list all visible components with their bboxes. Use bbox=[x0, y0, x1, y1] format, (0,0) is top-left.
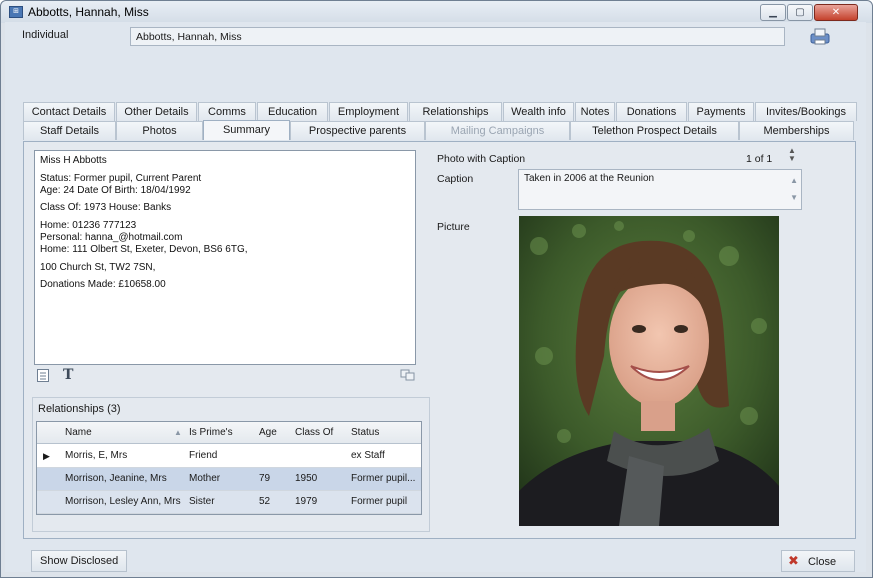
table-cell: Mother bbox=[189, 473, 221, 484]
tab-relationships[interactable]: Relationships bbox=[409, 102, 502, 121]
tab-summary[interactable]: Summary bbox=[203, 120, 290, 140]
font-icon[interactable]: T bbox=[63, 367, 73, 383]
tab-wealth-info[interactable]: Wealth info bbox=[503, 102, 574, 121]
table-row[interactable]: ▶ Morris, E, Mrs Friend ex Staff bbox=[37, 445, 421, 468]
relationships-label: Relationships (3) bbox=[38, 403, 121, 415]
table-cell: Former pupil bbox=[351, 496, 408, 507]
summary-line: 100 Church St, TW2 7SN, bbox=[40, 261, 156, 273]
individual-field[interactable]: Abbotts, Hannah, Miss bbox=[130, 27, 785, 46]
title-bar: ⊞ Abbotts, Hannah, Miss ▁ ▢ ✕ bbox=[1, 1, 872, 23]
tab-other-details[interactable]: Other Details bbox=[116, 102, 197, 121]
tab-photos[interactable]: Photos bbox=[116, 121, 203, 140]
photo-spinner[interactable]: ▲ ▼ bbox=[788, 147, 796, 163]
photo-caption-label: Photo with Caption bbox=[437, 153, 526, 165]
minimize-button[interactable]: ▁ bbox=[760, 4, 786, 21]
printer-icon[interactable] bbox=[808, 26, 832, 46]
close-button[interactable]: ✖ Close bbox=[781, 550, 855, 572]
tab-payments[interactable]: Payments bbox=[688, 102, 754, 121]
caption-value: Taken in 2006 at the Reunion bbox=[524, 173, 655, 184]
close-label: Close bbox=[807, 556, 837, 568]
tab-notes[interactable]: Notes bbox=[575, 102, 615, 121]
summary-text-box[interactable]: Miss H Abbotts Status: Former pupil, Curr… bbox=[34, 150, 416, 365]
window-title: Abbotts, Hannah, Miss bbox=[28, 5, 149, 19]
contact-card-icon: ⊞ bbox=[9, 6, 23, 18]
table-cell: 1950 bbox=[295, 473, 318, 484]
column-header-name[interactable]: Name bbox=[65, 422, 185, 444]
column-header-class-of[interactable]: Class Of bbox=[295, 422, 347, 444]
column-header-is-prime-s[interactable]: Is Prime's bbox=[189, 422, 255, 444]
sort-asc-icon: ▲ bbox=[174, 428, 182, 437]
show-disclosed-button[interactable]: Show Disclosed bbox=[31, 550, 128, 572]
table-row[interactable]: Morrison, Lesley Ann, Mrs Sister 52 1979 For… bbox=[37, 491, 421, 514]
column-header-age[interactable]: Age bbox=[259, 422, 291, 444]
table-cell: 1979 bbox=[295, 496, 318, 507]
table-row[interactable]: Morrison, Jeanine, Mrs Mother 79 1950 Former… bbox=[37, 468, 421, 491]
table-cell: 52 bbox=[259, 496, 271, 507]
relationships-grid[interactable]: Name Is Prime's Age Class Of Status ▲ ▶ Morris,… bbox=[36, 421, 422, 515]
tab-telethon-prospect-details[interactable]: Telethon Prospect Details bbox=[570, 121, 739, 140]
table-cell: Morris, E, Mrs bbox=[65, 450, 128, 461]
table-cell: Morrison, Lesley Ann, Mrs bbox=[65, 496, 181, 507]
tab-staff-details[interactable]: Staff Details bbox=[23, 121, 116, 140]
tab-donations[interactable]: Donations bbox=[616, 102, 687, 121]
table-cell: ex Staff bbox=[351, 450, 385, 461]
table-cell: Sister bbox=[189, 496, 215, 507]
tab-education[interactable]: Education bbox=[257, 102, 328, 121]
summary-line: Home: 01236 777123 bbox=[40, 220, 137, 232]
tab-prospective-parents[interactable]: Prospective parents bbox=[290, 121, 425, 140]
table-cell: Friend bbox=[189, 450, 218, 461]
member-photo bbox=[519, 216, 779, 526]
show-disclosed-label: Show Disclosed bbox=[40, 555, 119, 567]
tab-memberships[interactable]: Memberships bbox=[739, 121, 854, 140]
summary-line: Age: 24 Date Of Birth: 18/04/1992 bbox=[40, 184, 191, 196]
tab-employment[interactable]: Employment bbox=[329, 102, 408, 121]
tab-comms[interactable]: Comms bbox=[198, 102, 256, 121]
picture-label: Picture bbox=[437, 221, 470, 233]
summary-line: Personal: hanna_@hotmail.com bbox=[40, 231, 183, 243]
caption-label: Caption bbox=[437, 173, 474, 185]
close-window-button[interactable]: ✕ bbox=[814, 4, 858, 21]
summary-line: Class Of: 1973 House: Banks bbox=[40, 202, 172, 214]
copy-icon[interactable] bbox=[400, 369, 416, 382]
tab-mailing-campaigns[interactable]: Mailing Campaigns bbox=[425, 121, 570, 140]
grid-header: Name Is Prime's Age Class Of Status ▲ bbox=[37, 422, 421, 444]
maximize-button[interactable]: ▢ bbox=[787, 4, 813, 21]
tab-contact-details[interactable]: Contact Details bbox=[23, 102, 115, 121]
summary-line: Home: 111 Olbert St, Exeter, Devon, BS6 … bbox=[40, 243, 248, 255]
table-cell: Morrison, Jeanine, Mrs bbox=[65, 473, 167, 484]
caption-field[interactable]: Taken in 2006 at the Reunion ▲ ▼ bbox=[518, 169, 802, 210]
row-pointer-icon: ▶ bbox=[43, 451, 50, 461]
photo-counter: 1 of 1 bbox=[746, 153, 773, 165]
summary-line: Status: Former pupil, Current Parent bbox=[40, 172, 202, 184]
table-cell: 79 bbox=[259, 473, 271, 484]
column-header-status[interactable]: Status bbox=[351, 422, 421, 444]
summary-line: Miss H Abbotts bbox=[40, 155, 107, 166]
caption-scrollbar[interactable]: ▲ ▼ bbox=[790, 172, 798, 206]
summary-line: Donations Made: £10658.00 bbox=[40, 279, 166, 291]
tab-invites-bookings[interactable]: Invites/Bookings bbox=[755, 102, 857, 121]
close-x-icon: ✖ bbox=[788, 553, 799, 568]
list-view-icon[interactable] bbox=[37, 369, 49, 382]
individual-label: Individual bbox=[22, 29, 69, 41]
table-cell: Former pupil... bbox=[351, 473, 416, 484]
